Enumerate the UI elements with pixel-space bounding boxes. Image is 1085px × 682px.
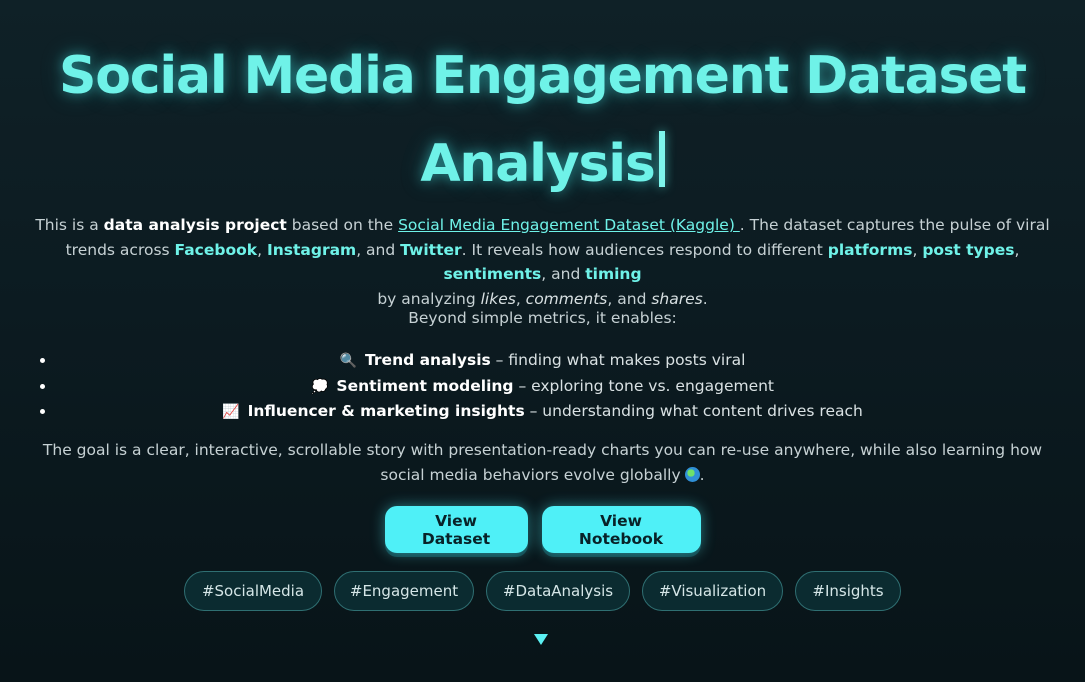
feature-title: Trend analysis: [365, 351, 491, 369]
tag-insights[interactable]: #Insights: [795, 571, 901, 611]
kaggle-dataset-link[interactable]: Social Media Engagement Dataset (Kaggle): [398, 216, 740, 234]
typing-cursor: [658, 131, 665, 187]
chart-increasing-icon: 📈: [222, 404, 240, 420]
intro-paragraph: This is a data analysis project based on…: [20, 213, 1065, 311]
intro-text: , and: [607, 289, 652, 308]
beyond-metrics-text: Beyond simple metrics, it enables:: [408, 309, 677, 327]
platform-facebook: Facebook: [174, 240, 258, 259]
intro-text: based on the: [286, 216, 399, 234]
globe-icon: [684, 467, 700, 482]
view-notebook-button[interactable]: View Notebook: [541, 506, 701, 553]
hero-section: Social Media Engagement Dataset Analysis…: [0, 0, 1085, 682]
feature-description: – finding what makes posts viral: [490, 351, 746, 369]
feature-trend-analysis: 🔍 Trend analysis – finding what makes pos…: [0, 348, 1085, 374]
tag-engagement[interactable]: #Engagement: [334, 571, 474, 611]
keyword-timing: timing: [585, 265, 642, 283]
tag-list: #SocialMedia #Engagement #DataAnalysis #…: [0, 571, 1085, 611]
intro-text: ,: [1014, 240, 1020, 259]
keyword-platforms: platforms: [827, 240, 913, 259]
platform-twitter: Twitter: [400, 240, 462, 259]
view-dataset-button[interactable]: View Dataset: [384, 506, 528, 553]
thought-bubble-icon: 💭: [310, 378, 329, 395]
goal-paragraph: The goal is a clear, interactive, scroll…: [20, 438, 1065, 488]
feature-description: – exploring tone vs. engagement: [513, 376, 775, 395]
feature-title: Influencer & marketing insights: [247, 402, 525, 420]
magnifier-icon: 🔍: [339, 353, 358, 369]
intro-project-highlight: data analysis project: [103, 216, 287, 234]
intro-text: .: [702, 289, 708, 308]
tag-social-media[interactable]: #SocialMedia: [184, 571, 322, 611]
metric-likes: likes: [480, 289, 516, 308]
goal-text: The goal is a clear, interactive, scroll…: [42, 441, 1043, 484]
intro-text: ,: [515, 289, 526, 308]
feature-influencer-insights: 📈 Influencer & marketing insights – under…: [0, 399, 1085, 425]
metric-shares: shares: [651, 289, 703, 308]
feature-sentiment-modeling: 💭 Sentiment modeling – exploring tone vs.…: [0, 374, 1085, 400]
intro-text: by analyzing: [377, 289, 481, 308]
keyword-sentiments: sentiments: [443, 265, 542, 283]
goal-period: .: [699, 466, 705, 484]
page-title: Social Media Engagement Dataset Analysis: [0, 32, 1085, 208]
intro-text: . It reveals how audiences respond to di…: [461, 240, 828, 259]
intro-text: ,: [257, 240, 267, 259]
keyword-post-types: post types: [922, 240, 1015, 259]
tag-visualization[interactable]: #Visualization: [642, 571, 783, 611]
tag-data-analysis[interactable]: #DataAnalysis: [486, 571, 630, 611]
platform-instagram: Instagram: [266, 240, 357, 259]
intro-text: , and: [356, 240, 401, 259]
intro-text: , and: [541, 265, 586, 283]
intro-text: This is a: [35, 216, 104, 234]
page-title-text: Social Media Engagement Dataset Analysis: [59, 46, 1027, 194]
metric-comments: comments: [525, 289, 608, 308]
intro-text: ,: [912, 240, 923, 259]
action-buttons: View Dataset View Notebook: [0, 506, 1085, 553]
feature-title: Sentiment modeling: [336, 376, 514, 395]
scroll-down-icon[interactable]: [534, 634, 548, 645]
feature-description: – understanding what content drives reac…: [524, 402, 863, 420]
feature-list: 🔍 Trend analysis – finding what makes pos…: [0, 348, 1085, 425]
